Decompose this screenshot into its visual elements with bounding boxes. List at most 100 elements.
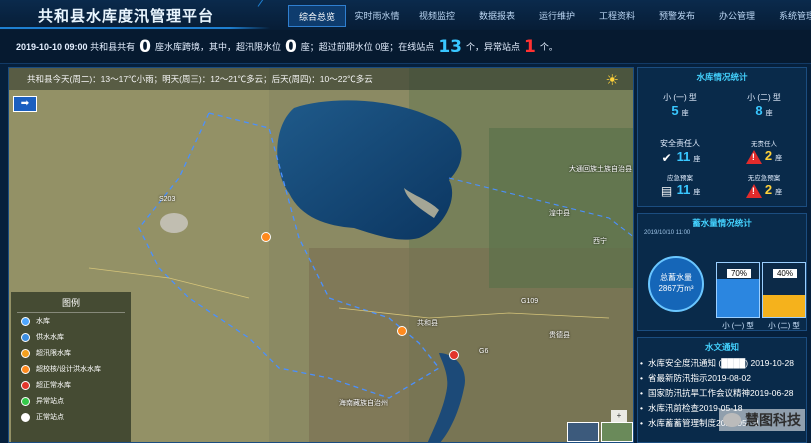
- reservoir-stats-card: 水库情况统计 小 (一) 型 5座 小 (二) 型 8座 安全责任人 ✔ 11 座…: [637, 67, 807, 207]
- legend-item: 超正常水库: [21, 377, 131, 393]
- layer-toggle-button[interactable]: ➡: [13, 96, 37, 112]
- title-underline: [0, 27, 270, 29]
- basemap-thumb-satellite[interactable]: [567, 422, 599, 442]
- status-text: 个，异常站点: [465, 42, 520, 52]
- legend-marker: [21, 332, 30, 342]
- small1-value: 5: [671, 103, 679, 118]
- notice-item[interactable]: 水库安全度汛通知 (████) 2019-10-28: [638, 356, 806, 371]
- tab-reports[interactable]: 数据报表: [468, 5, 526, 27]
- map-label: 西宁: [593, 238, 607, 245]
- document-icon: ▤: [660, 184, 673, 199]
- status-text: 座水库跨境，其中，超汛限水位: [154, 42, 281, 52]
- legend-item: 超校核/设计洪水水库: [21, 361, 131, 377]
- status-text: 个。: [539, 42, 558, 52]
- tank-small2-label: 小 (二) 型: [768, 321, 800, 330]
- wechat-logo-icon: [723, 413, 741, 427]
- legend-item: 异常站点: [21, 393, 131, 409]
- safety-stats-row: 安全责任人 ✔ 11座 无责任人 2座: [638, 138, 806, 165]
- safety-label: 安全责任人: [660, 139, 700, 148]
- sun-icon: ☀: [605, 72, 619, 89]
- status-text: 共和县共有: [90, 42, 136, 52]
- map-label: S203: [159, 196, 176, 203]
- map-label: 海南藏族自治州: [339, 400, 388, 407]
- legend-item: 超汛限水库: [21, 345, 131, 361]
- reservoir-marker[interactable]: [397, 326, 407, 336]
- reservoir-marker[interactable]: [449, 350, 459, 360]
- card-title: 水文通知: [704, 342, 739, 352]
- tab-office[interactable]: 办公管理: [708, 5, 766, 27]
- legend-item: 正常站点: [21, 409, 131, 425]
- safety-value: 11: [676, 149, 691, 164]
- app-title: 共和县水库度汛管理平台: [38, 7, 215, 25]
- tab-engineering[interactable]: 工程资料: [588, 5, 646, 27]
- small2-label: 小 (二) 型: [747, 93, 781, 102]
- map-label: 湟中县: [549, 210, 570, 217]
- weather-forecast: 共和县今天(周二)：13～17℃小雨；明天(周三)：12～21℃多云；后天(周四…: [9, 68, 633, 90]
- notice-item[interactable]: 省最新防汛指示2019-08-02: [638, 371, 806, 386]
- plan-warn-value: 2: [764, 182, 773, 197]
- tank-small1-fill: [717, 279, 759, 317]
- tab-system[interactable]: 系统管理: [768, 5, 811, 27]
- satellite-map[interactable]: 共和县今天(周二)：13～17℃小雨；明天(周三)：12～21℃多云；后天(周四…: [8, 67, 634, 443]
- reservoir-count: 0: [139, 36, 151, 57]
- legend-title: 图例: [17, 292, 125, 313]
- tank-small2-fill: [763, 295, 805, 317]
- notice-item[interactable]: 国家防汛抗旱工作会议精神2019-06-28: [638, 386, 806, 401]
- storage-time: 2019/10/10 11:00: [644, 230, 691, 236]
- storage-stats-card: 蓄水量情况统计 2019/10/10 11:00 总蓄水量 2867万m³ 70…: [637, 213, 807, 331]
- map-label: 贵德县: [549, 332, 570, 339]
- tab-overview[interactable]: 综合总览: [288, 5, 346, 27]
- title-divider: [257, 0, 270, 7]
- plan-warn-label: 无应急预案: [747, 175, 781, 182]
- map-label: G6: [479, 348, 489, 355]
- legend-item: 水库: [21, 313, 131, 329]
- tab-realtime-rain[interactable]: 实时雨水情: [348, 5, 406, 27]
- legend-marker: [21, 364, 30, 374]
- tank-small2: 40%: [762, 262, 806, 318]
- total-storage-label: 总蓄水量: [660, 273, 692, 282]
- plan-stats-row: 应急预案 ▤ 11座 无应急预案 2座: [638, 172, 806, 199]
- map-legend: 图例 水库 供水水库 超汛限水库 超校核/设计洪水水库 超正常水库 异常站点 正…: [11, 292, 131, 442]
- basemap-thumb-terrain[interactable]: [601, 422, 633, 442]
- map-label: 大通回族土族自治县: [569, 166, 632, 173]
- basemap-switcher: [567, 422, 633, 442]
- card-title: 水库情况统计: [696, 72, 748, 82]
- legend-marker: [21, 348, 30, 358]
- watermark-text: 慧图科技: [745, 412, 801, 428]
- header-bar: 共和县水库度汛管理平台 综合总览 实时雨水情 视频监控 数据报表 运行维护 工程…: [0, 0, 811, 31]
- over-limit-count: 0: [284, 36, 297, 57]
- warning-icon: [745, 184, 762, 199]
- plan-label: 应急预案: [667, 175, 693, 182]
- main-nav: 综合总览 实时雨水情 视频监控 数据报表 运行维护 工程资料 预警发布 办公管理…: [288, 5, 811, 27]
- check-badge-icon: ✔: [661, 151, 672, 166]
- zoom-in-icon[interactable]: +: [611, 410, 627, 422]
- tank-small1-pct: 70%: [727, 269, 751, 278]
- tank-small2-pct: 40%: [773, 269, 797, 278]
- legend-item: 供水水库: [21, 329, 131, 345]
- tab-maintenance[interactable]: 运行维护: [528, 5, 586, 27]
- total-storage-gauge: 总蓄水量 2867万m³: [648, 256, 704, 312]
- size-stats-row: 小 (一) 型 5座 小 (二) 型 8座: [638, 92, 806, 118]
- small1-label: 小 (一) 型: [663, 93, 697, 102]
- small2-value: 8: [755, 103, 763, 118]
- safety-warn-label: 无责任人: [751, 141, 777, 148]
- warning-icon: [745, 150, 762, 165]
- tank-small1: 70%: [716, 262, 760, 318]
- legend-marker: [21, 412, 30, 422]
- reservoir-marker[interactable]: [261, 232, 271, 242]
- watermark: 慧图科技: [719, 409, 805, 431]
- tab-video[interactable]: 视频监控: [408, 5, 466, 27]
- map-label: G109: [521, 298, 539, 305]
- online-site-count: 13: [438, 36, 462, 57]
- total-storage-value: 2867万m³: [658, 284, 694, 293]
- abnormal-site-count: 1: [524, 36, 536, 57]
- status-summary-bar: 2019-10-10 09:00 共和县共有 0 座水库跨境，其中，超汛限水位 …: [0, 30, 811, 64]
- legend-marker: [21, 396, 30, 406]
- legend-marker: [21, 316, 30, 326]
- safety-warn-value: 2: [764, 148, 773, 163]
- tab-warning[interactable]: 预警发布: [648, 5, 706, 27]
- map-label: 共和县: [417, 320, 438, 327]
- legend-marker: [21, 380, 30, 390]
- plan-value: 11: [676, 182, 691, 197]
- right-panel: 水库情况统计 小 (一) 型 5座 小 (二) 型 8座 安全责任人 ✔ 11 座…: [637, 67, 807, 443]
